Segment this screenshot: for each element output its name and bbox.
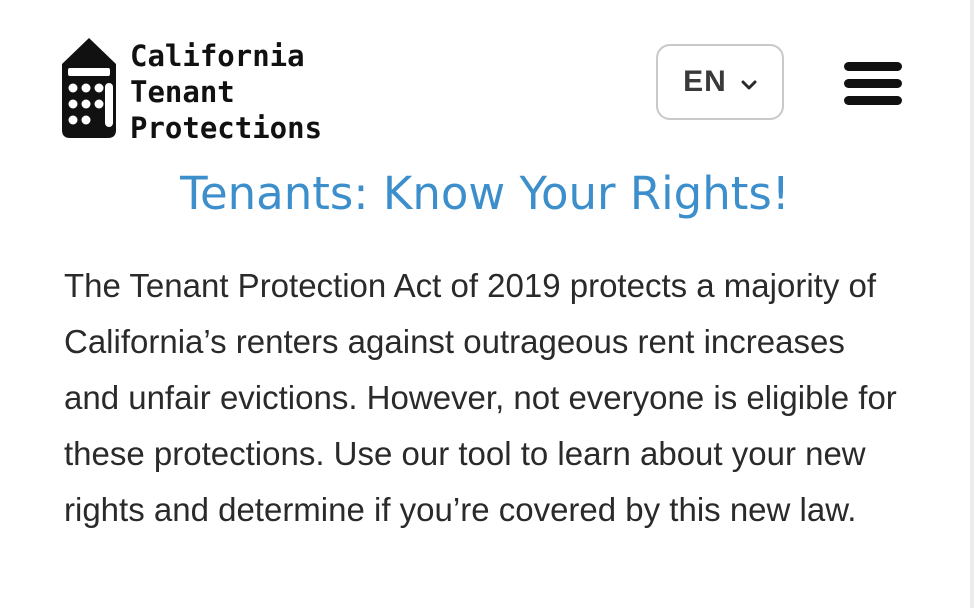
building-icon	[62, 38, 116, 138]
language-select[interactable]: EN	[656, 44, 784, 120]
logo-text: California Tenant Protections	[130, 38, 322, 146]
hamburger-menu-icon	[844, 62, 902, 71]
logo-line-2: Tenant	[130, 75, 235, 109]
intro-paragraph: The Tenant Protection Act of 2019 protec…	[64, 267, 897, 528]
site-logo-link[interactable]: California Tenant Protections	[62, 38, 322, 146]
hamburger-bar-middle	[844, 79, 902, 88]
hamburger-menu-button[interactable]	[844, 62, 904, 106]
page-headline: Tenants: Know Your Rights!	[180, 167, 790, 220]
logo-line-1: California	[130, 39, 305, 73]
logo-line-3: Protections	[130, 111, 323, 145]
page-edge-divider	[970, 0, 974, 608]
chevron-down-icon	[741, 80, 757, 90]
hamburger-bar-bottom	[844, 96, 902, 105]
language-select-value: EN	[683, 65, 727, 98]
